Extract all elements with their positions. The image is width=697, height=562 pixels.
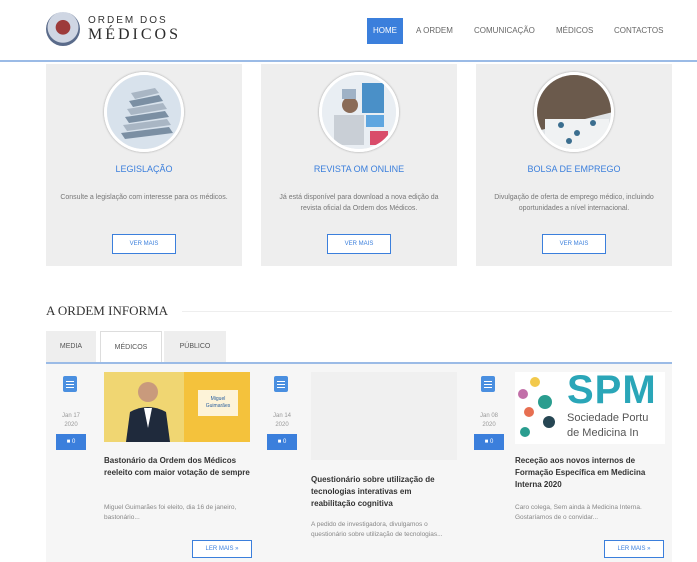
tab-medicos[interactable]: MÉDICOS (100, 331, 162, 363)
nav-item-medicos[interactable]: MÉDICOS (556, 18, 593, 44)
tab-publico[interactable]: PÚBLICO (164, 331, 226, 362)
news-2-excerpt: A pedido de investigadora, divulgamos o … (311, 521, 443, 538)
nav-item-home[interactable]: HOME (367, 18, 403, 44)
card-bolsa-emprego: BOLSA DE EMPREGO Divulgação de oferta de… (476, 64, 672, 266)
card-bolsa-ver-mais-button[interactable]: VER MAIS (542, 234, 606, 254)
news-2-comments-badge[interactable]: ■ 0 (267, 434, 297, 450)
card-bolsa-description: Divulgação de oferta de emprego médico, … (494, 194, 654, 212)
news-3-date-year: 2020 (482, 422, 496, 428)
news-3-logo-letters: SPM (567, 372, 657, 412)
card-bolsa-image (534, 72, 614, 152)
card-revista-title[interactable]: REVISTA OM ONLINE (261, 164, 457, 174)
nav-item-contactos[interactable]: CONTACTOS (614, 18, 663, 44)
news-1-comments-badge[interactable]: ■ 0 (56, 434, 86, 450)
news-3-excerpt: Caro colega, Sem ainda à Medicina Intern… (515, 504, 642, 521)
card-revista-om: REVISTA OM ONLINE Já está disponível par… (261, 64, 457, 266)
news-3-logo-line2: de Medicina In (567, 427, 639, 439)
card-legislacao: LEGISLAÇÃO Consulte a legislação com int… (46, 64, 242, 266)
news-2-comments-count: 0 (282, 439, 287, 445)
card-revista-ver-mais-button[interactable]: VER MAIS (327, 234, 391, 254)
news-1-comments-count: 0 (71, 439, 76, 445)
card-legislacao-image (104, 72, 184, 152)
news-1-document-icon (63, 376, 77, 392)
nav-item-comunicacao[interactable]: COMUNICAÇÃO (474, 18, 535, 44)
news-2-title[interactable]: Questionário sobre utilização de tecnolo… (311, 474, 457, 510)
news-1-image-caption: Miguel Guimarães (205, 396, 231, 409)
news-1-ler-mais-button[interactable]: LER MAIS » (192, 540, 252, 558)
card-legislacao-description: Consulte a legislação com interesse para… (60, 194, 228, 201)
section-title-rule (182, 311, 672, 312)
news-1-title[interactable]: Bastonário da Ordem dos Médicos reeleito… (104, 455, 250, 479)
section-title: A ORDEM INFORMA (46, 303, 169, 318)
card-legislacao-ver-mais-button[interactable]: VER MAIS (112, 234, 176, 254)
nav-item-a-ordem[interactable]: A ORDEM (416, 18, 453, 44)
news-1-image[interactable]: Miguel Guimarães (104, 372, 250, 442)
news-3-document-icon (481, 376, 495, 392)
site-header: ORDEM DOS MÉDICOS HOME A ORDEM COMUNICAÇ… (0, 0, 697, 62)
card-revista-description: Já está disponível para download a nova … (279, 194, 439, 212)
tab-media[interactable]: MEDIA (46, 331, 96, 362)
news-3-logo-line1: Sociedade Portu (567, 412, 649, 424)
news-1-date-year: 2020 (64, 422, 78, 428)
news-2-document-icon (274, 376, 288, 392)
news-3-comments-badge[interactable]: ■ 0 (474, 434, 504, 450)
news-3-date-day: Jan 08 (479, 413, 498, 419)
main-nav: HOME A ORDEM COMUNICAÇÃO MÉDICOS CONTACT… (0, 18, 697, 44)
card-legislacao-title[interactable]: LEGISLAÇÃO (46, 164, 242, 174)
card-bolsa-title[interactable]: BOLSA DE EMPREGO (476, 164, 672, 174)
news-3-ler-mais-button[interactable]: LER MAIS » (604, 540, 664, 558)
news-3-comments-count: 0 (489, 439, 494, 445)
news-2-date-year: 2020 (275, 422, 289, 428)
news-1-date-day: Jan 17 (61, 413, 80, 419)
news-3-image-spmi-logo[interactable]: SPM Sociedade Portu de Medicina In (515, 372, 665, 444)
card-revista-image (319, 72, 399, 152)
news-3-title[interactable]: Receção aos novos internos de Formação E… (515, 455, 661, 491)
news-2-image-placeholder[interactable] (311, 372, 457, 460)
news-1-excerpt: Miguel Guimarães foi eleito, dia 16 de j… (104, 504, 237, 521)
news-2-date-day: Jan 14 (272, 413, 291, 419)
